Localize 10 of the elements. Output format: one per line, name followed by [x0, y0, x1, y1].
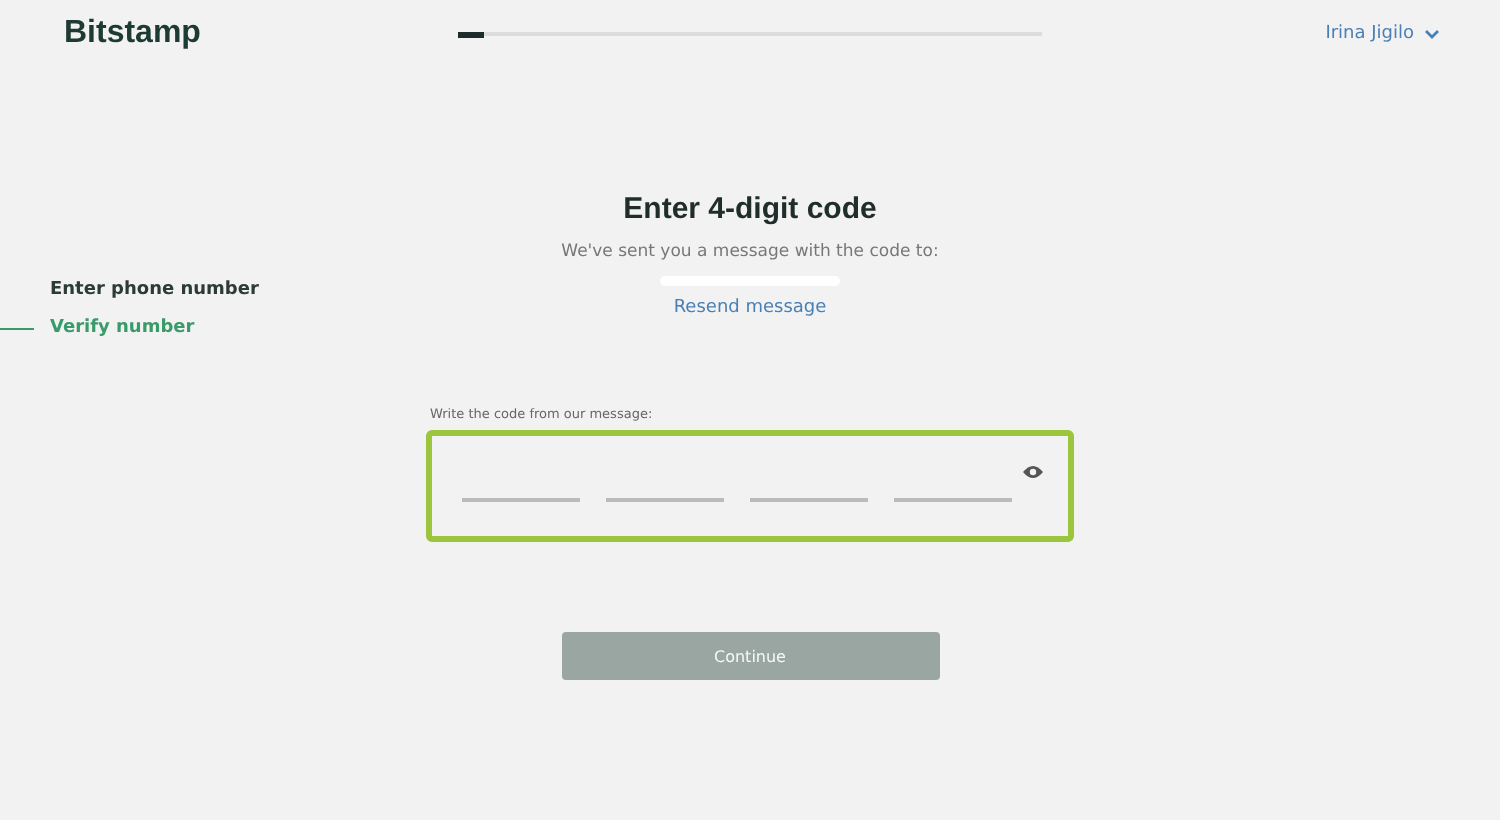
chevron-icon: [1424, 28, 1440, 40]
logo: Bitstamp: [64, 16, 203, 52]
resend-link[interactable]: Resend message: [673, 298, 827, 318]
subtitle: We've sent you a message with the code to:: [561, 242, 939, 262]
step-label: Verify number: [50, 318, 195, 338]
eye-icon[interactable]: [1022, 464, 1044, 480]
step-label: Enter phone number: [50, 280, 259, 300]
user-menu[interactable]: Irina Jigilo: [1325, 24, 1440, 44]
code-field[interactable]: [426, 430, 1074, 542]
page-title: Enter 4-digit code: [623, 192, 877, 226]
